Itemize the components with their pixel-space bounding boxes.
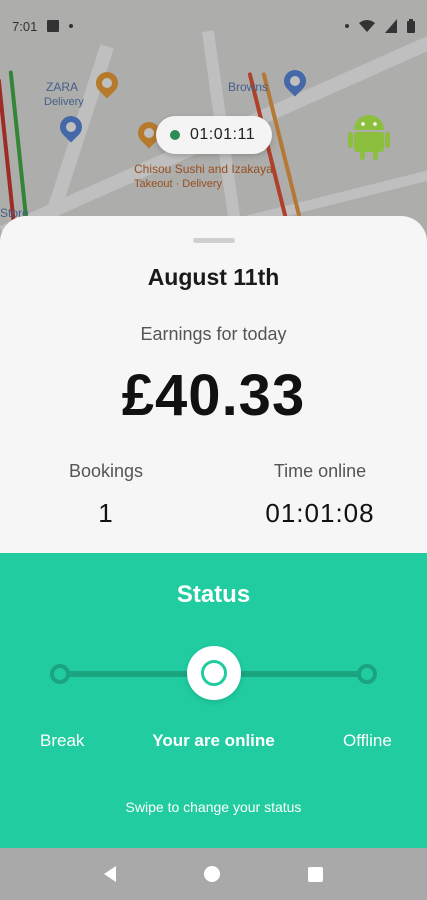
swipe-hint: Swipe to change your status bbox=[125, 799, 302, 815]
clock: 7:01 bbox=[12, 18, 38, 34]
status-title: Status bbox=[176, 581, 251, 608]
date-heading: August 11th bbox=[147, 264, 280, 290]
time-online-label: Time online bbox=[273, 461, 367, 481]
status-panel: Status Break Your are online Offline Swi… bbox=[0, 553, 427, 848]
online-indicator-icon bbox=[170, 130, 180, 140]
bookings-value: 1 bbox=[98, 498, 114, 528]
status-node-offline[interactable] bbox=[357, 664, 377, 684]
home-icon[interactable] bbox=[204, 866, 220, 882]
status-slider-knob[interactable] bbox=[187, 646, 241, 700]
android-marker-icon[interactable] bbox=[348, 112, 390, 160]
signal-icon bbox=[385, 19, 397, 33]
sheet-drag-handle[interactable] bbox=[193, 238, 235, 243]
earnings-bottom-sheet: August 11th Earnings for today £40.33 Bo… bbox=[0, 216, 427, 848]
earnings-label: Earnings for today bbox=[140, 324, 287, 344]
bookings-stat: Bookings 1 bbox=[36, 461, 176, 529]
system-status-bar: 7:01 bbox=[0, 0, 427, 52]
knob-ring-icon bbox=[201, 660, 227, 686]
online-timer: 01:01:11 bbox=[190, 126, 256, 143]
more-notifications-icon bbox=[69, 24, 74, 28]
earnings-value: £40.33 bbox=[121, 363, 306, 428]
time-online-stat: Time online 01:01:08 bbox=[250, 461, 390, 529]
recent-apps-icon[interactable] bbox=[308, 866, 323, 882]
online-timer-pill: 01:01:11 bbox=[156, 116, 272, 154]
time-online-value: 01:01:08 bbox=[265, 498, 375, 528]
notification-icon bbox=[47, 20, 60, 32]
status-node-break[interactable] bbox=[50, 664, 70, 684]
back-icon[interactable] bbox=[104, 866, 116, 882]
dot-icon bbox=[345, 24, 349, 28]
battery-icon bbox=[407, 19, 415, 33]
wifi-icon bbox=[359, 20, 375, 32]
system-navigation-bar bbox=[0, 848, 427, 900]
status-option-offline[interactable]: Offline bbox=[343, 731, 392, 751]
bookings-label: Bookings bbox=[68, 461, 144, 481]
